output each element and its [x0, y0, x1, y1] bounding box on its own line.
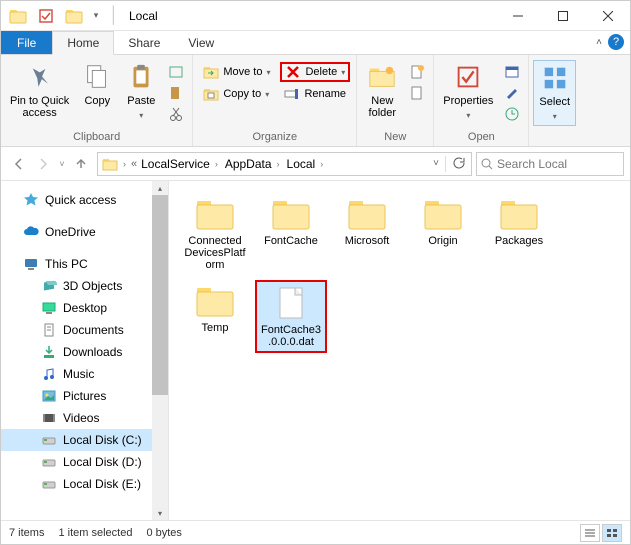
forward-button[interactable] — [31, 152, 55, 176]
title-bar: ▾ │ Local — [1, 1, 630, 31]
sidebar-quick-access[interactable]: Quick access — [1, 189, 168, 211]
file-item-temp[interactable]: Temp — [179, 280, 251, 353]
sidebar-item-3d-objects[interactable]: 3D Objects — [1, 275, 168, 297]
select-button[interactable]: Select ▾ — [533, 60, 576, 126]
move-to-button[interactable]: Move to▾ — [199, 62, 274, 82]
crumb-0[interactable]: LocalService — [141, 157, 210, 171]
tab-home[interactable]: Home — [52, 31, 114, 55]
sidebar-this-pc[interactable]: This PC — [1, 253, 168, 275]
ribbon-group-open: Properties ▾ Open — [434, 55, 529, 146]
status-bar: 7 items 1 item selected 0 bytes — [1, 520, 630, 544]
minimize-button[interactable] — [495, 1, 540, 31]
sidebar-item-local-disk-c-[interactable]: Local Disk (C:) — [1, 429, 168, 451]
address-bar[interactable]: › « LocalService› AppData› Local› ˅ — [97, 152, 472, 176]
sidebar-onedrive[interactable]: OneDrive — [1, 221, 168, 243]
search-icon — [481, 158, 493, 170]
edit-button[interactable] — [500, 83, 524, 103]
star-icon — [23, 192, 39, 208]
status-count: 7 items — [9, 527, 44, 539]
paste-button[interactable]: Paste ▾ — [120, 60, 162, 124]
paste-shortcut-button[interactable] — [164, 83, 188, 103]
file-item-packages[interactable]: Packages — [483, 193, 555, 274]
status-selected: 1 item selected — [58, 527, 132, 539]
search-input[interactable]: Search Local — [476, 152, 624, 176]
sidebar-item-local-disk-d-[interactable]: Local Disk (D:) — [1, 451, 168, 473]
rename-button[interactable]: Rename — [280, 84, 350, 104]
ribbon-group-select: Select ▾ — [529, 55, 580, 146]
address-dropdown-icon[interactable]: ˅ — [427, 158, 445, 169]
cloud-icon — [23, 224, 39, 240]
crumb-2[interactable]: Local — [287, 157, 316, 171]
file-tab[interactable]: File — [1, 31, 52, 54]
sidebar-item-local-disk-e-[interactable]: Local Disk (E:) — [1, 473, 168, 495]
maximize-button[interactable] — [540, 1, 585, 31]
refresh-icon[interactable] — [445, 156, 471, 172]
sidebar-item-downloads[interactable]: Downloads — [1, 341, 168, 363]
view-details-button[interactable] — [580, 524, 600, 542]
copy-button[interactable]: Copy — [76, 60, 118, 109]
copy-path-button[interactable] — [164, 62, 188, 82]
new-item-button[interactable] — [405, 62, 429, 82]
address-row: ˅ › « LocalService› AppData› Local› ˅ Se… — [1, 147, 630, 181]
qat-properties-icon[interactable] — [35, 5, 57, 27]
file-item-fontcache3-0-0-0-dat[interactable]: FontCache3.0.0.0.dat — [255, 280, 327, 353]
properties-button[interactable]: Properties ▾ — [438, 60, 498, 124]
ribbon-group-new: New folder New — [357, 55, 434, 146]
open-button[interactable] — [500, 62, 524, 82]
delete-button[interactable]: Delete▾ — [280, 62, 350, 82]
sidebar-item-videos[interactable]: Videos — [1, 407, 168, 429]
ribbon-group-clipboard: Pin to Quick access Copy Paste ▾ Clipboa… — [1, 55, 193, 146]
folder-app-icon-2 — [63, 5, 85, 27]
sidebar-item-music[interactable]: Music — [1, 363, 168, 385]
sidebar-item-pictures[interactable]: Pictures — [1, 385, 168, 407]
help-icon[interactable]: ? — [608, 34, 624, 50]
sidebar-item-documents[interactable]: Documents — [1, 319, 168, 341]
pc-icon — [23, 256, 39, 272]
pin-quick-access-button[interactable]: Pin to Quick access — [5, 60, 74, 121]
file-item-microsoft[interactable]: Microsoft — [331, 193, 403, 274]
ribbon-tabs: File Home Share View ˄ ? — [1, 31, 630, 55]
ribbon-group-organize: Move to▾ Copy to▾ Delete▾ Rename Organiz… — [193, 55, 357, 146]
qat-separator: │ — [107, 7, 121, 25]
qat-dropdown-icon[interactable]: ▾ — [91, 5, 101, 27]
view-icons-button[interactable] — [602, 524, 622, 542]
copy-to-button[interactable]: Copy to▾ — [199, 84, 274, 104]
history-button[interactable] — [500, 104, 524, 124]
up-button[interactable] — [69, 152, 93, 176]
easy-access-button[interactable] — [405, 83, 429, 103]
crumb-1[interactable]: AppData — [225, 157, 272, 171]
tab-share[interactable]: Share — [114, 31, 174, 54]
file-item-origin[interactable]: Origin — [407, 193, 479, 274]
sidebar-scrollbar[interactable]: ▴ ▾ — [152, 181, 168, 520]
ribbon-collapse-icon[interactable]: ˄ — [596, 37, 602, 48]
sidebar-item-desktop[interactable]: Desktop — [1, 297, 168, 319]
tab-view[interactable]: View — [174, 31, 228, 54]
ribbon: Pin to Quick access Copy Paste ▾ Clipboa… — [1, 55, 630, 147]
cut-button[interactable] — [164, 104, 188, 124]
status-size: 0 bytes — [146, 527, 181, 539]
file-grid[interactable]: Connected DevicesPlatformFontCacheMicros… — [169, 181, 630, 520]
main-area: Quick access OneDrive This PC 3D Objects… — [1, 181, 630, 520]
file-item-connected-devicesplatform[interactable]: Connected DevicesPlatform — [179, 193, 251, 274]
close-button[interactable] — [585, 1, 630, 31]
window-title: Local — [121, 9, 495, 23]
file-item-fontcache[interactable]: FontCache — [255, 193, 327, 274]
folder-app-icon — [7, 5, 29, 27]
recent-dropdown[interactable]: ˅ — [55, 152, 69, 176]
new-folder-button[interactable]: New folder — [361, 60, 403, 121]
navigation-sidebar: Quick access OneDrive This PC 3D Objects… — [1, 181, 169, 520]
back-button[interactable] — [7, 152, 31, 176]
